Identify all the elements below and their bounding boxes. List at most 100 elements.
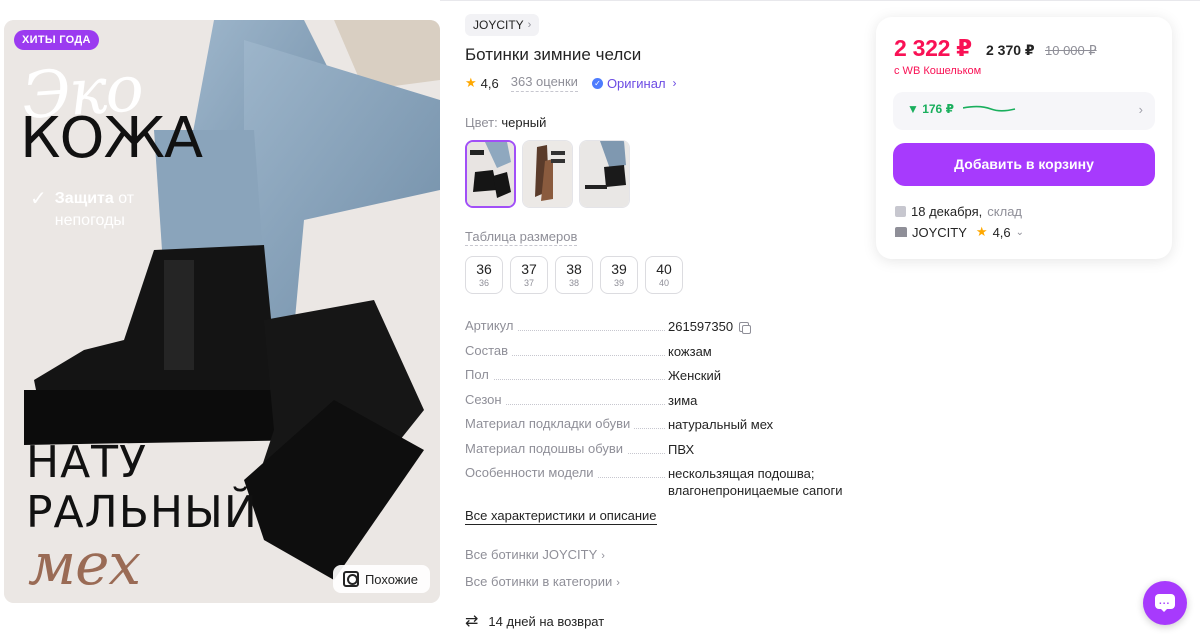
chevron-right-icon: ›: [616, 577, 620, 589]
size-ru: 37: [523, 278, 534, 288]
box-icon: [895, 206, 906, 217]
brand-boots-link[interactable]: Все ботинки JOYCITY ›: [465, 547, 605, 562]
size-value: 36: [476, 261, 492, 277]
swatch-thumb-1: [467, 142, 514, 206]
brand-chip[interactable]: JOYCITY ›: [465, 14, 540, 36]
similar-search-icon: [342, 571, 359, 587]
size-value: 40: [656, 261, 672, 277]
add-to-cart-button[interactable]: Добавить в корзину: [893, 143, 1155, 186]
spec-key: Материал подошвы обуви: [465, 440, 628, 456]
original-link[interactable]: ✓ Оригинал ›: [591, 75, 677, 91]
swatch-thumb-2: [523, 141, 572, 207]
spec-row-lining: Материал подкладки обуви натуральный мех: [465, 416, 855, 441]
return-policy: ⇄ 14 дней на возврат: [465, 611, 604, 631]
spec-row-sole: Материал подошвы обуви ПВХ: [465, 440, 855, 466]
spec-value: натуральный мех: [668, 417, 774, 432]
delivery-info: 18 декабря, склад: [895, 204, 1022, 219]
promo-natural-text: НАТУ РАЛЬНЫЙ: [26, 438, 258, 538]
delivery-source: склад: [987, 204, 1023, 219]
spec-row-article: Артикул 261597350: [465, 318, 855, 343]
size-selector: 36 36 37 37 38 38 39 39 40 40: [465, 256, 683, 294]
brand-boots-label: Все ботинки JOYCITY: [465, 547, 598, 562]
size-value: 37: [521, 261, 537, 277]
size-option-37[interactable]: 37 37: [510, 256, 548, 294]
spec-row-season: Сезон зима: [465, 391, 855, 417]
return-label: 14 дней на возврат: [488, 613, 605, 629]
spec-row-gender: Пол Женский: [465, 367, 855, 392]
old-price: 10 000 ₽: [1045, 43, 1097, 58]
protection-bold: Защита: [54, 190, 114, 207]
star-icon: ★: [465, 75, 477, 90]
return-icon: ⇄: [465, 613, 479, 630]
chevron-right-icon: ›: [672, 76, 677, 90]
wallet-price: 2 322 ₽: [894, 35, 972, 61]
price-history-sparkline: [963, 105, 1016, 112]
protection-rest: от: [118, 190, 135, 207]
color-swatch-1[interactable]: [465, 140, 516, 208]
reviews-link[interactable]: 363 оценки: [510, 74, 578, 92]
spec-value: ПВХ: [668, 441, 695, 457]
promo-mex-text: мех: [28, 530, 141, 598]
protection-line2: непогоды: [54, 212, 125, 229]
spec-key: Материал подкладки обуви: [465, 416, 635, 431]
chevron-down-icon: ⌄: [1015, 226, 1025, 238]
rating-value: 4,6: [480, 75, 499, 91]
size-value: 38: [566, 261, 582, 277]
size-value: 39: [611, 261, 627, 277]
price-history-button[interactable]: ▼ 176 ₽ ›: [893, 92, 1155, 130]
rating-row: ★ 4,6 363 оценки ✓ Оригинал ›: [465, 74, 677, 92]
product-main-image[interactable]: ХИТЫ ГОДА Эко КОЖА ✓ Защита от непогоды …: [4, 20, 440, 603]
wallet-note: с WB Кошельком: [894, 65, 982, 77]
regular-price: 2 370 ₽: [986, 42, 1035, 58]
chat-button[interactable]: ...: [1143, 581, 1187, 625]
shop-icon: [895, 227, 907, 237]
spec-key: Особенности модели: [465, 465, 598, 480]
natural-line1: НАТУ: [26, 437, 147, 488]
spec-key: Пол: [465, 367, 493, 382]
spec-value: зима: [668, 392, 698, 408]
spec-value: нескользящая подошва; влагонепроницаемые…: [668, 465, 843, 499]
all-characteristics-link[interactable]: Все характеристики и описание: [465, 508, 657, 525]
promo-kozha-text: КОЖА: [20, 106, 203, 171]
star-icon: ★: [975, 224, 988, 239]
product-title: Ботинки зимние челси: [465, 45, 642, 64]
similar-button[interactable]: Похожие: [332, 565, 430, 593]
promo-protection: ✓ Защита от непогоды: [30, 188, 134, 232]
price-card: 2 322 ₽ 2 370 ₽ 10 000 ₽ с WB Кошельком …: [876, 17, 1172, 259]
similar-label: Похожие: [364, 571, 418, 587]
top-divider: [440, 0, 1200, 1]
original-label: Оригинал: [606, 75, 666, 91]
color-label-key: Цвет:: [465, 115, 498, 130]
size-option-36[interactable]: 36 36: [465, 256, 503, 294]
chat-dots: ...: [1159, 596, 1171, 607]
color-swatch-3[interactable]: [579, 140, 630, 208]
chevron-right-icon: ›: [527, 19, 532, 31]
delivery-date: 18 декабря,: [911, 204, 983, 219]
size-option-39[interactable]: 39 39: [600, 256, 638, 294]
color-value: черный: [501, 115, 547, 130]
brand-name: JOYCITY: [473, 18, 524, 32]
chevron-right-icon: ›: [1138, 102, 1143, 117]
article-number: 261597350: [668, 319, 734, 334]
category-boots-link[interactable]: Все ботинки в категории ›: [465, 574, 620, 589]
color-label: Цвет: черный: [465, 115, 546, 130]
dotted-leader: [465, 379, 665, 380]
spec-value-article: 261597350: [668, 318, 752, 335]
original-shield-icon: ✓: [591, 77, 603, 89]
spec-row-composition: Состав кожзам: [465, 342, 855, 368]
color-swatches: [465, 140, 630, 208]
size-ru: 39: [613, 278, 624, 288]
size-option-40[interactable]: 40 40: [645, 256, 683, 294]
swatch-thumb-3: [580, 141, 629, 207]
copy-icon[interactable]: [739, 322, 752, 334]
product-page: ХИТЫ ГОДА Эко КОЖА ✓ Защита от непогоды …: [0, 0, 1200, 634]
spec-value: кожзам: [668, 343, 712, 359]
size-option-38[interactable]: 38 38: [555, 256, 593, 294]
spec-value-line1: нескользящая подошва;: [668, 466, 815, 481]
size-ru: 36: [478, 278, 489, 288]
seller-info[interactable]: JOYCITY ★ 4,6 ⌄: [895, 224, 1024, 240]
category-boots-label: Все ботинки в категории: [465, 574, 613, 589]
size-table-link[interactable]: Таблица размеров: [465, 229, 578, 246]
color-swatch-2[interactable]: [522, 140, 573, 208]
spec-value: Женский: [668, 368, 721, 383]
